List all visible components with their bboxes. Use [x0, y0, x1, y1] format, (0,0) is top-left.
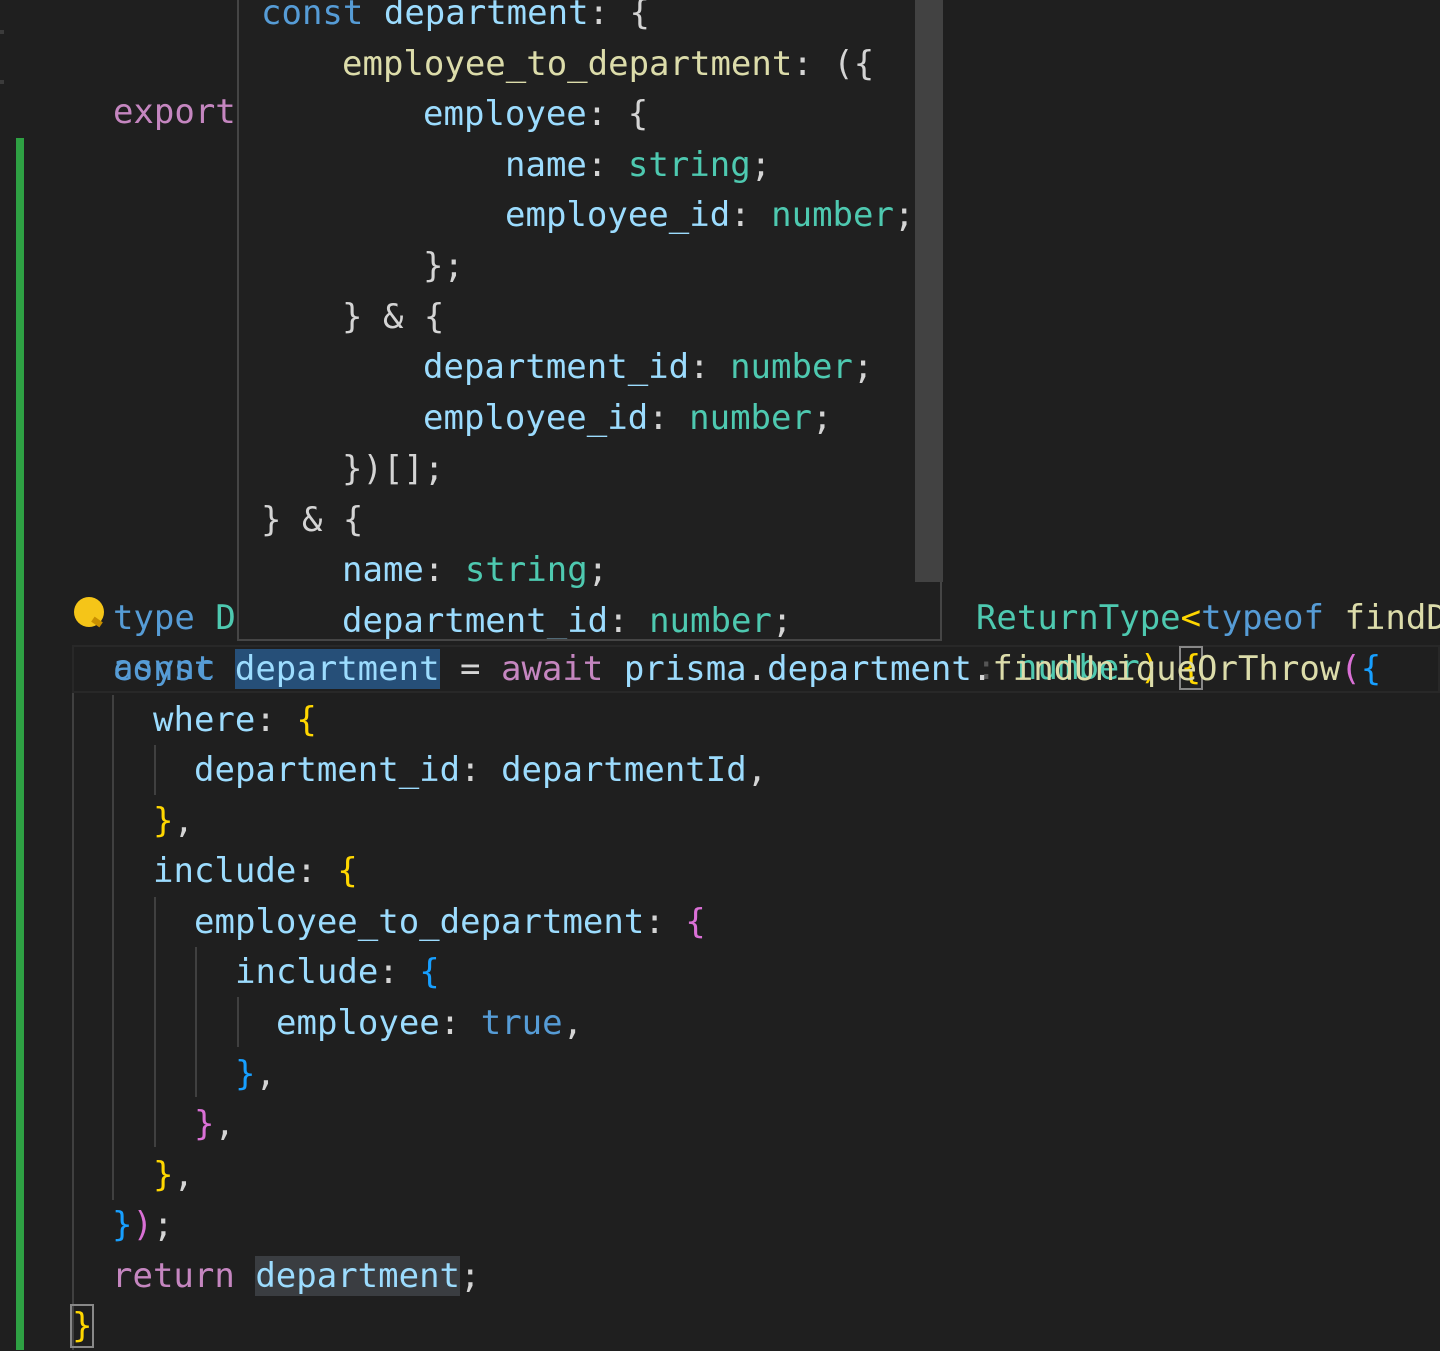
- lightbulb-icon[interactable]: [74, 597, 104, 627]
- hover-line: employee_id: number;: [423, 398, 833, 438]
- function-reference: findDep: [1344, 598, 1440, 638]
- code-line-close[interactable]: },: [153, 1150, 194, 1200]
- brace: }: [235, 1054, 256, 1094]
- property-name: employee_to_department: [342, 44, 793, 84]
- code-line-return[interactable]: return department;: [112, 1251, 481, 1301]
- property-name: employee_id: [505, 195, 731, 235]
- employee-to-department-key: employee_to_department: [194, 902, 645, 942]
- code-line-employee-to-department[interactable]: employee_to_department: {: [194, 897, 706, 947]
- department-property: department: [767, 649, 972, 689]
- property-name: department_id: [423, 347, 690, 387]
- include-key: include: [153, 851, 297, 891]
- hover-line: name: string;: [505, 145, 772, 185]
- hover-line: } & {: [261, 500, 364, 540]
- brace: }: [153, 801, 174, 841]
- hover-scrollbar[interactable]: [915, 0, 943, 582]
- brace: {: [337, 851, 358, 891]
- indent-guide: [72, 645, 74, 1350]
- type-number: number: [730, 347, 853, 387]
- department-id-key: department_id: [194, 750, 461, 790]
- gutter-marker: [0, 30, 4, 34]
- code-line-include[interactable]: include: {: [153, 846, 358, 896]
- where-key: where: [153, 700, 256, 740]
- hover-line: name: string;: [342, 550, 609, 590]
- property-name: name: [505, 145, 587, 185]
- department-variable[interactable]: department: [234, 649, 440, 689]
- brace: {: [296, 700, 317, 740]
- const-keyword: const: [112, 649, 215, 689]
- gutter-marker: [0, 80, 4, 84]
- type-number: number: [771, 195, 894, 235]
- department-id-arg: departmentId: [501, 750, 747, 790]
- property-name: employee: [423, 94, 587, 134]
- brace: {: [685, 902, 706, 942]
- find-method: findUniqueOrThrow: [992, 649, 1341, 689]
- indent-guide: [154, 897, 156, 1147]
- code-line-employee[interactable]: employee: true,: [276, 998, 583, 1048]
- hover-line: };: [423, 246, 464, 286]
- prisma-identifier: prisma: [623, 649, 747, 689]
- indent-guide: [112, 695, 114, 1200]
- code-line-close[interactable]: },: [194, 1099, 235, 1149]
- property-name: department_id: [342, 601, 609, 641]
- paren: ): [132, 1205, 153, 1245]
- code-line-end[interactable]: }: [69, 1301, 95, 1351]
- matched-brace: }: [69, 1304, 95, 1348]
- code-line-async-suffix[interactable]: : number) {: [935, 593, 1204, 690]
- export-keyword: export: [112, 92, 236, 132]
- indent-guide: [237, 997, 239, 1047]
- code-line-type-suffix[interactable]: ReturnType<typeof findDep: [935, 543, 1440, 638]
- code-line-department-id[interactable]: department_id: departmentId,: [194, 745, 767, 795]
- department-reference[interactable]: department: [255, 1256, 461, 1296]
- git-added-indicator[interactable]: [16, 138, 24, 1350]
- code-line-const[interactable]: const department = await prisma.departme…: [112, 644, 1381, 694]
- include-key: include: [235, 952, 379, 992]
- code-line-close[interactable]: },: [153, 796, 194, 846]
- employee-key: employee: [276, 1003, 440, 1043]
- hover-line: department_id: number;: [342, 601, 793, 641]
- hover-line: })[];: [342, 449, 445, 489]
- hover-line: employee_to_department: ({: [342, 44, 875, 84]
- hover-line: department_id: number;: [423, 347, 874, 387]
- type-number: number: [689, 398, 812, 438]
- indent-guide: [154, 745, 156, 795]
- department-variable: department: [383, 0, 589, 33]
- hover-line: } & {: [342, 297, 445, 337]
- code-line-where[interactable]: where: {: [153, 695, 317, 745]
- code-line-close[interactable]: },: [235, 1049, 276, 1099]
- brace: {: [419, 952, 440, 992]
- code-line-close-call[interactable]: });: [112, 1200, 173, 1250]
- type-hover-popup[interactable]: const department: { employee_to_departme…: [237, 0, 942, 641]
- indent-guide: [195, 947, 197, 1097]
- await-keyword: await: [500, 649, 604, 689]
- brace: }: [153, 1155, 174, 1195]
- code-line-include-inner[interactable]: include: {: [235, 947, 440, 997]
- const-keyword: const: [261, 0, 364, 33]
- hover-line: const department: {: [261, 0, 650, 38]
- return-keyword: return: [112, 1256, 235, 1296]
- property-name: employee_id: [423, 398, 649, 438]
- hover-line: employee: {: [423, 94, 649, 134]
- type-string: string: [464, 550, 588, 590]
- type-string: string: [627, 145, 751, 185]
- type-number: number: [649, 601, 772, 641]
- true-literal: true: [480, 1003, 563, 1043]
- brace: {: [1360, 649, 1382, 689]
- property-name: name: [342, 550, 424, 590]
- typeof-keyword: typeof: [1201, 598, 1324, 638]
- hover-line: employee_id: number;: [505, 195, 915, 235]
- paren: (: [1340, 649, 1361, 689]
- brace: }: [112, 1205, 133, 1245]
- brace: }: [194, 1104, 215, 1144]
